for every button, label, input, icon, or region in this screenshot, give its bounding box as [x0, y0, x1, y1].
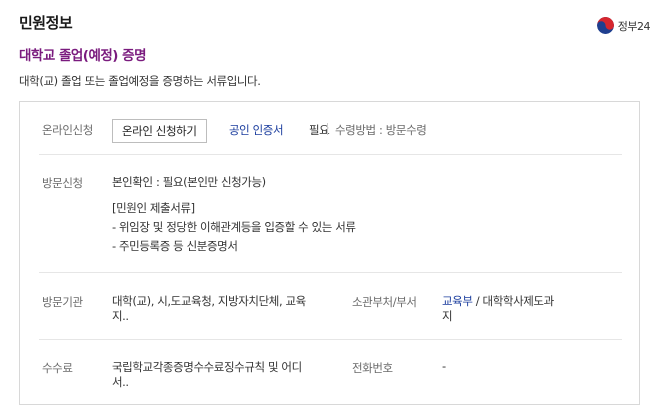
dept-label: 소관부처/부서: [352, 295, 417, 309]
fee-value-line1: 국립학교각종증명수수료징수규칙 및 어디: [112, 360, 302, 374]
agency-label: 방문기관: [42, 295, 83, 309]
row-agency: 방문기관 대학(교), 시,도교육청, 지방자치단체, 교육 지.. 소관부처/…: [39, 273, 622, 340]
row-visit: 방문신청 본인확인 : 필요(본인만 신청가능) [민원인 제출서류] - 위임…: [39, 155, 622, 273]
document-item: - 위임장 및 정당한 이해관계등을 입증할 수 있는 서류: [112, 220, 356, 234]
row-fee: 수수료 국립학교각종증명수수료징수규칙 및 어디 서.. 전화번호 -: [39, 340, 622, 404]
agency-value-line2: 지..: [112, 309, 129, 323]
logo-text: 정부24: [617, 19, 651, 33]
receive-method: 수령방법 : 방문수령: [335, 123, 427, 137]
row-online: 온라인신청 온라인 신청하기 공인 인증서 필요 수령방법 : 방문수령: [39, 102, 622, 155]
documents-heading: [민원인 제출서류]: [112, 201, 195, 215]
info-panel: 온라인신청 온라인 신청하기 공인 인증서 필요 수령방법 : 방문수령 방문신…: [19, 101, 640, 405]
cert-link[interactable]: 공인 인증서: [229, 122, 284, 138]
service-description: 대학(교) 졸업 또는 졸업예정을 증명하는 서류입니다.: [19, 74, 261, 88]
identity-check: 본인확인 : 필요(본인만 신청가능): [112, 175, 266, 189]
fee-value-line2: 서..: [112, 375, 129, 389]
agency-value-line1: 대학(교), 시,도교육청, 지방자치단체, 교육: [112, 294, 306, 308]
online-label: 온라인신청: [42, 123, 93, 137]
page-title: 민원정보: [19, 14, 73, 32]
phone-label: 전화번호: [352, 361, 393, 375]
gov24-logo[interactable]: 정부24: [596, 17, 651, 34]
document-item: - 주민등록증 등 신분증명서: [112, 239, 238, 253]
dept-value: 교육부 / 대학학사제도과: [442, 293, 554, 309]
dept-rest-line2: 지: [442, 309, 453, 323]
taegeuk-emblem-icon: [596, 17, 614, 34]
phone-value: -: [442, 359, 446, 373]
dept-rest-line1: / 대학학사제도과: [472, 294, 554, 308]
service-title: 대학교 졸업(예정) 증명: [19, 48, 147, 64]
fee-label: 수수료: [42, 361, 73, 375]
online-apply-button[interactable]: 온라인 신청하기: [112, 119, 207, 143]
visit-label: 방문신청: [42, 176, 83, 190]
dept-link[interactable]: 교육부: [442, 294, 473, 308]
divider: [327, 123, 328, 135]
